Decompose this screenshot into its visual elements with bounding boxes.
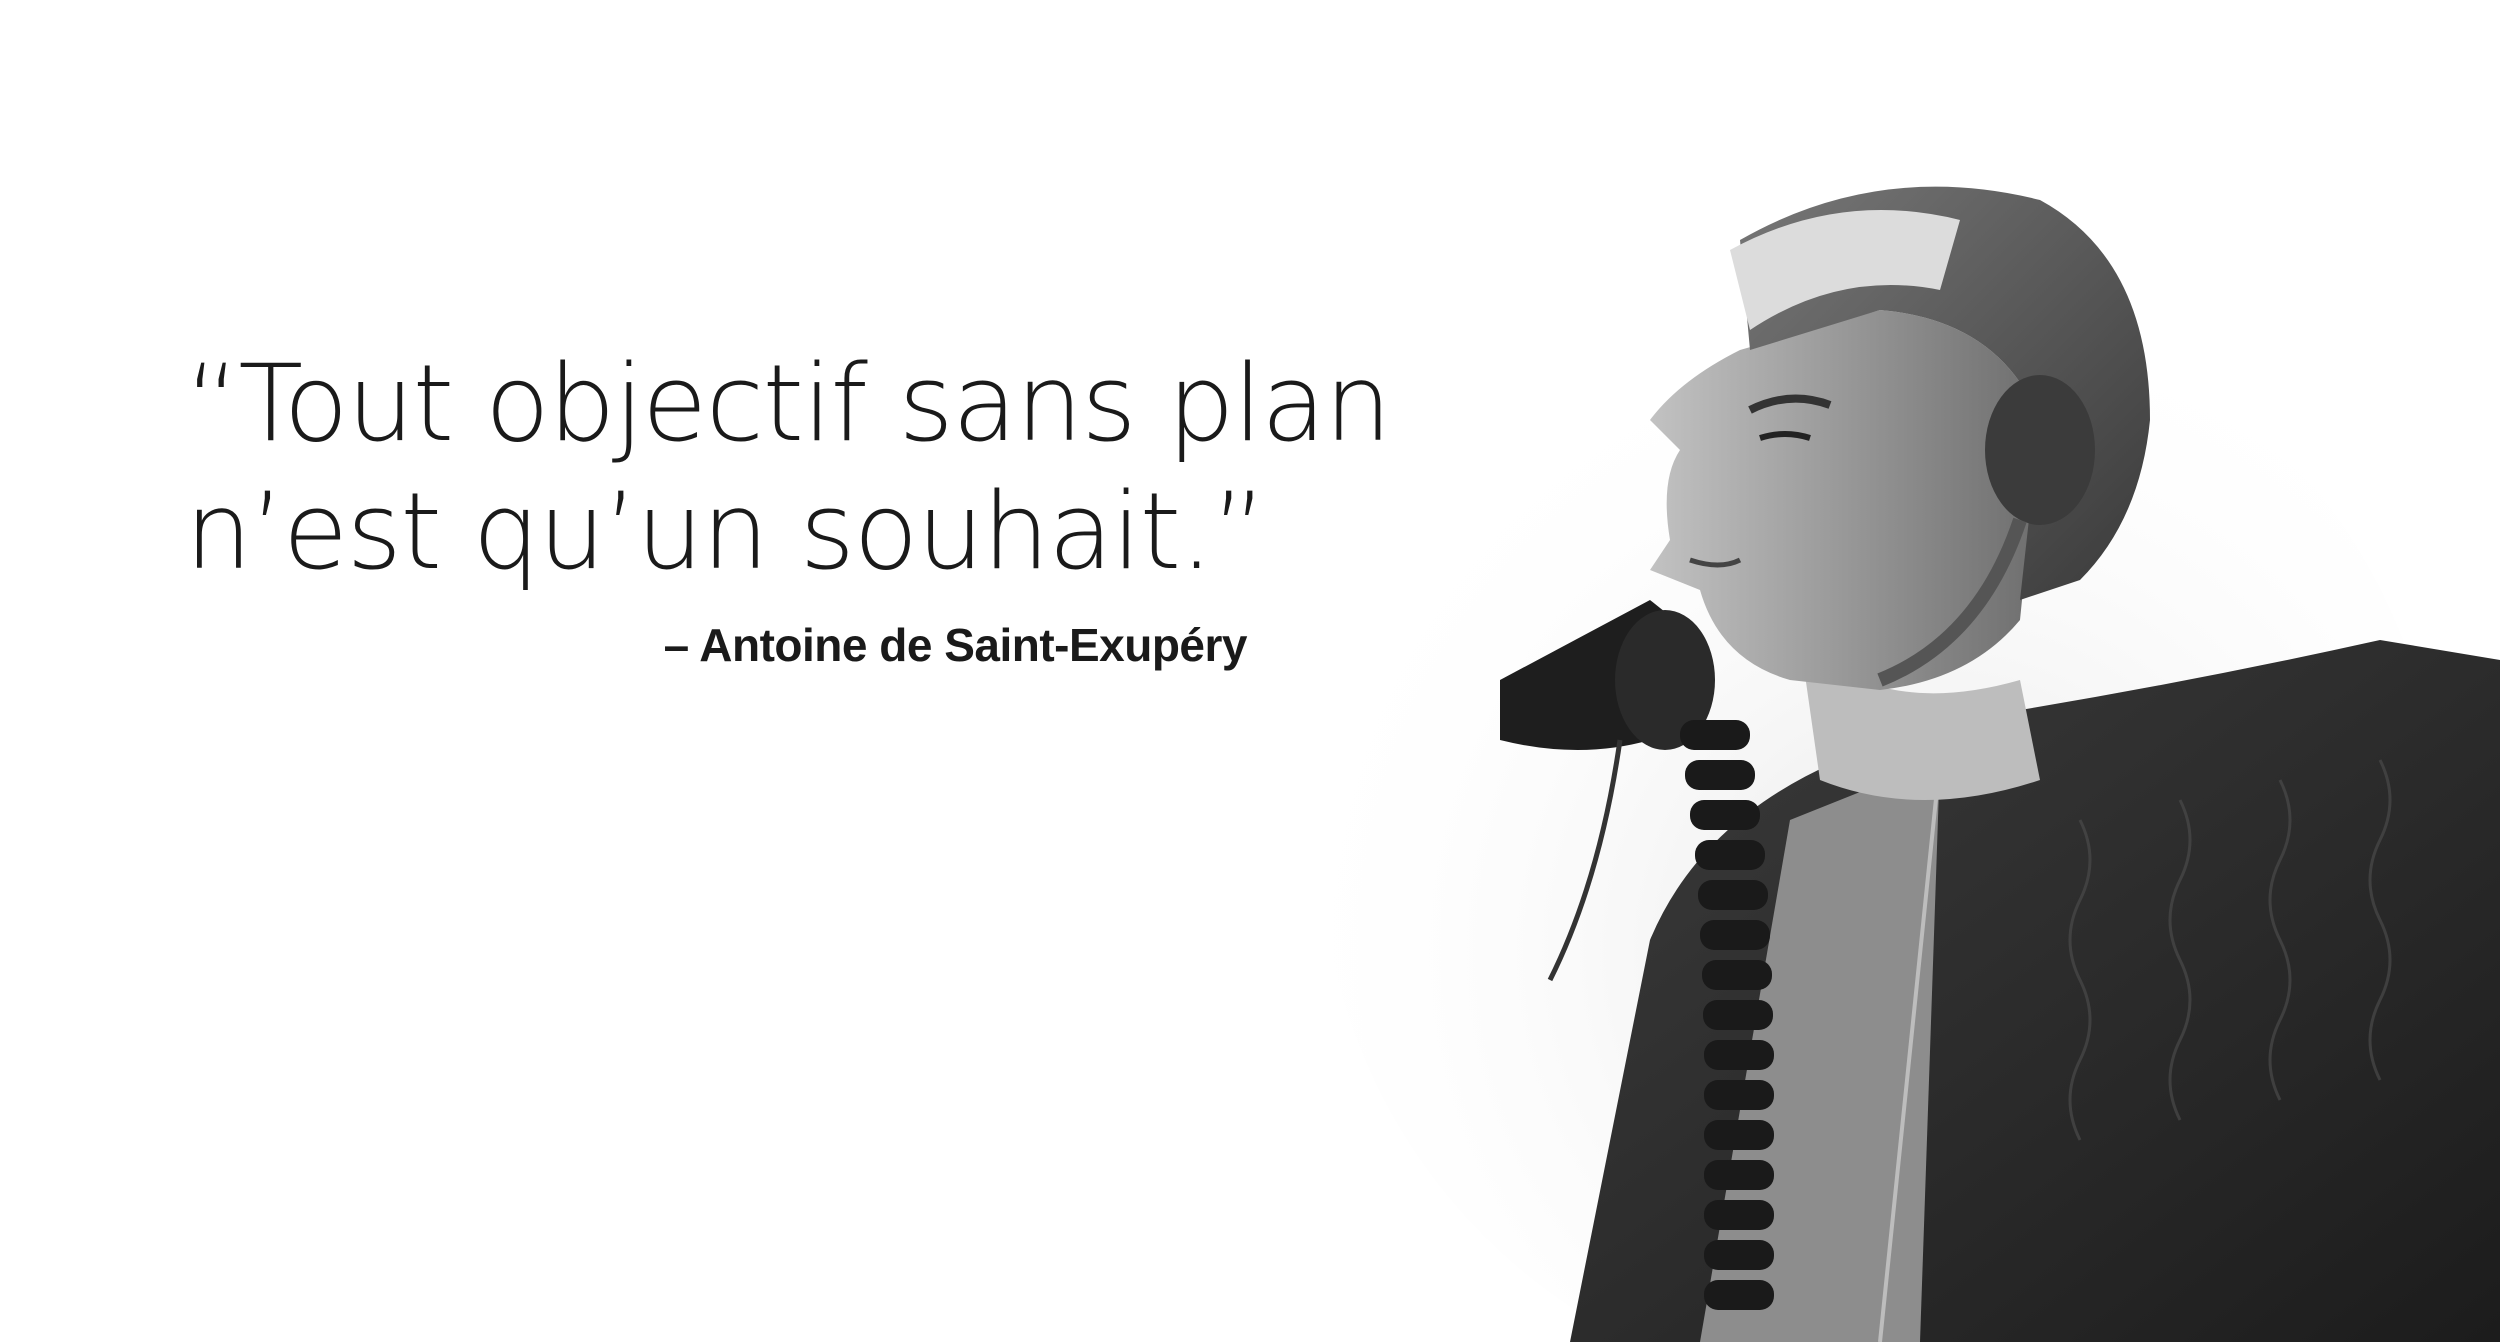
quote-line-2: n’est qu’un souhait.” [185,470,1267,593]
quote-page: “Tout objectif sans plan n’est qu’un sou… [0,0,2500,1342]
aviator-portrait-icon [1320,120,2500,1342]
quote-text: “Tout objectif sans plan n’est qu’un sou… [185,340,1392,596]
quote-author: – Antoine de Saint-Exupéry [663,619,1248,671]
quote-line-1: “Tout objectif sans plan [185,342,1392,465]
quote-block: “Tout objectif sans plan n’est qu’un sou… [185,340,1392,672]
